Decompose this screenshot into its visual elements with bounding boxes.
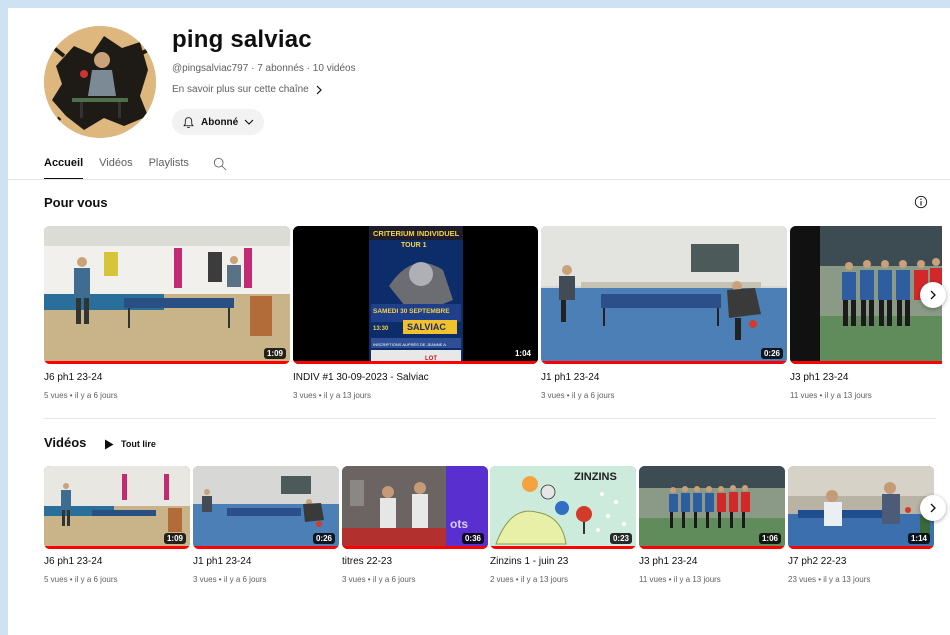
video-thumbnail[interactable]: 0:26 (541, 226, 787, 364)
tab-accueil[interactable]: Accueil (44, 156, 84, 180)
video-title[interactable]: J3 ph1 23-24 (639, 556, 697, 567)
thumbnail-image (541, 226, 787, 364)
video-meta: 2 vues • il y a 13 jours (490, 575, 568, 584)
video-thumbnail[interactable]: ZINZINS 0:23 (490, 466, 636, 549)
watched-progress (44, 546, 190, 549)
chevron-right-icon (930, 290, 936, 300)
section-divider (44, 418, 936, 419)
poster-line-6: INSCRIPTIONS AUPRÈS DE JEANNE A (373, 342, 446, 347)
duration-badge: 1:09 (163, 533, 186, 544)
watched-progress (790, 361, 942, 364)
poster-line-2: TOUR 1 (401, 242, 427, 249)
poster-line-4: SALVIAC (407, 322, 446, 332)
poster-line-1: CRITERIUM INDIVIDUEL (373, 229, 460, 238)
video-thumbnail[interactable]: CRITERIUM INDIVIDUEL TOUR 1 SAMEDI 30 SE… (293, 226, 538, 364)
video-thumbnail[interactable]: ots 0:36 (342, 466, 488, 549)
video-thumbnail[interactable]: 1:06 (639, 466, 785, 549)
thumbnail-overlay-text: ots (450, 517, 468, 531)
play-icon (105, 439, 114, 449)
video-title[interactable]: J3 ph1 23-24 (790, 372, 848, 383)
info-icon[interactable] (914, 195, 928, 209)
video-title[interactable]: Zinzins 1 - juin 23 (490, 556, 568, 567)
section-title-videos: Vidéos (44, 435, 87, 450)
video-thumbnail[interactable]: 1:14 (788, 466, 934, 549)
video-meta: 5 vues • il y a 6 jours (44, 575, 118, 584)
tabs-divider (8, 179, 950, 180)
poster-line-5: 13:30 (373, 326, 389, 332)
subscribed-label: Abonné (201, 116, 239, 128)
channel-tabs: Accueil Vidéos Playlists (44, 156, 227, 180)
thumbnail-overlay-text: ZINZINS (574, 471, 617, 483)
bell-icon (183, 116, 194, 128)
tab-playlists[interactable]: Playlists (149, 156, 189, 180)
video-thumbnail[interactable]: 0:26 (193, 466, 339, 549)
video-meta: 3 vues • il y a 6 jours (541, 391, 615, 400)
video-meta: 11 vues • il y a 13 jours (790, 391, 872, 400)
carousel-next-button[interactable] (920, 495, 946, 521)
video-title[interactable]: titres 22-23 (342, 556, 392, 567)
avatar-image (44, 26, 156, 138)
duration-badge: 0:26 (312, 533, 335, 544)
duration-badge: 0:36 (461, 533, 484, 544)
watched-progress (193, 546, 339, 549)
duration-badge: 1:04 (511, 348, 534, 359)
watched-progress (490, 546, 636, 549)
thumbnail-image (44, 226, 290, 364)
channel-header: ping salviac @pingsalviac797 · 7 abonnés… (8, 8, 950, 148)
watched-progress (541, 361, 787, 364)
video-meta: 3 vues • il y a 6 jours (193, 575, 267, 584)
duration-badge: 0:26 (760, 348, 783, 359)
channel-name: ping salviac (172, 26, 312, 53)
video-title[interactable]: J1 ph1 23-24 (541, 372, 599, 383)
search-icon[interactable] (213, 157, 227, 171)
video-thumbnail[interactable]: 1:09 (44, 226, 290, 364)
watched-progress (639, 546, 785, 549)
video-meta: 3 vues • il y a 13 jours (293, 391, 371, 400)
video-meta: 23 vues • il y a 13 jours (788, 575, 871, 584)
thumbnail-image: CRITERIUM INDIVIDUEL TOUR 1 SAMEDI 30 SE… (293, 226, 538, 364)
channel-about-link[interactable]: En savoir plus sur cette chaîne (172, 84, 323, 95)
watched-progress (788, 546, 934, 549)
duration-badge: 1:06 (758, 533, 781, 544)
subscribed-button[interactable]: Abonné (172, 109, 265, 135)
watched-progress (342, 546, 488, 549)
chevron-down-icon (244, 119, 254, 125)
video-thumbnail[interactable]: 1:09 (44, 466, 190, 549)
video-meta: 11 vues • il y a 13 jours (639, 575, 721, 584)
poster-line-3: SAMEDI 30 SEPTEMBRE (373, 308, 450, 315)
video-title[interactable]: J1 ph1 23-24 (193, 556, 251, 567)
tab-videos[interactable]: Vidéos (99, 156, 132, 180)
video-title[interactable]: J6 ph1 23-24 (44, 556, 102, 567)
channel-meta: @pingsalviac797 · 7 abonnés · 10 vidéos (172, 63, 356, 74)
channel-about-label: En savoir plus sur cette chaîne (172, 84, 309, 95)
video-title[interactable]: INDIV #1 30-09-2023 - Salviac (293, 372, 429, 383)
video-title[interactable]: J6 ph1 23-24 (44, 372, 102, 383)
play-all-button[interactable]: Tout lire (104, 436, 156, 452)
video-meta: 3 vues • il y a 6 jours (342, 575, 416, 584)
chevron-right-icon (316, 85, 322, 94)
video-meta: 5 vues • il y a 6 jours (44, 391, 118, 400)
watched-progress (44, 361, 290, 364)
section-title-for-you: Pour vous (44, 195, 108, 210)
channel-avatar[interactable] (44, 26, 156, 138)
chevron-right-icon (930, 503, 936, 513)
duration-badge: 1:14 (907, 533, 930, 544)
duration-badge: 1:09 (263, 348, 286, 359)
video-title[interactable]: J7 ph2 22-23 (788, 556, 846, 567)
youtube-channel-page: ping salviac @pingsalviac797 · 7 abonnés… (8, 8, 950, 635)
duration-badge: 0:23 (609, 533, 632, 544)
carousel-next-button[interactable] (920, 282, 946, 308)
watched-progress (293, 361, 538, 364)
play-all-label: Tout lire (121, 439, 156, 449)
